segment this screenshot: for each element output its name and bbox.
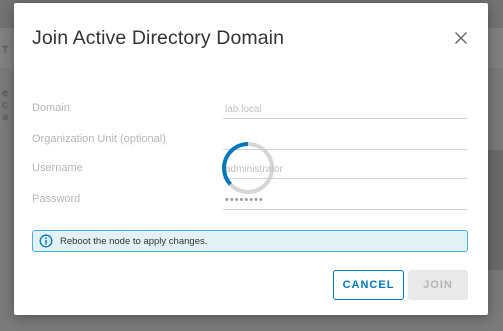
domain-input[interactable] xyxy=(223,100,467,119)
join-domain-dialog: Join Active Directory Domain Domain Orga… xyxy=(14,3,488,315)
spinner-icon xyxy=(222,142,274,194)
background-text-fragment: e xyxy=(2,88,9,99)
close-icon xyxy=(455,32,467,44)
username-label: Username xyxy=(32,162,83,174)
cancel-button[interactable]: CANCEL xyxy=(333,270,404,300)
alert-message: Reboot the node to apply changes. xyxy=(60,235,208,247)
background-text-fragment: a xyxy=(2,112,9,123)
dialog-title: Join Active Directory Domain xyxy=(32,27,285,49)
domain-row: Domain xyxy=(32,100,472,122)
join-button[interactable]: JOIN xyxy=(408,270,468,300)
background-text-fragment: T xyxy=(2,45,9,56)
organization-unit-label: Organization Unit (optional) xyxy=(32,133,166,145)
info-alert: Reboot the node to apply changes. xyxy=(32,230,468,252)
info-icon xyxy=(39,234,53,248)
close-button[interactable] xyxy=(452,29,470,47)
password-label: Password xyxy=(32,193,81,205)
background-text-fragment: c xyxy=(2,100,8,111)
domain-label: Domain xyxy=(32,102,70,114)
